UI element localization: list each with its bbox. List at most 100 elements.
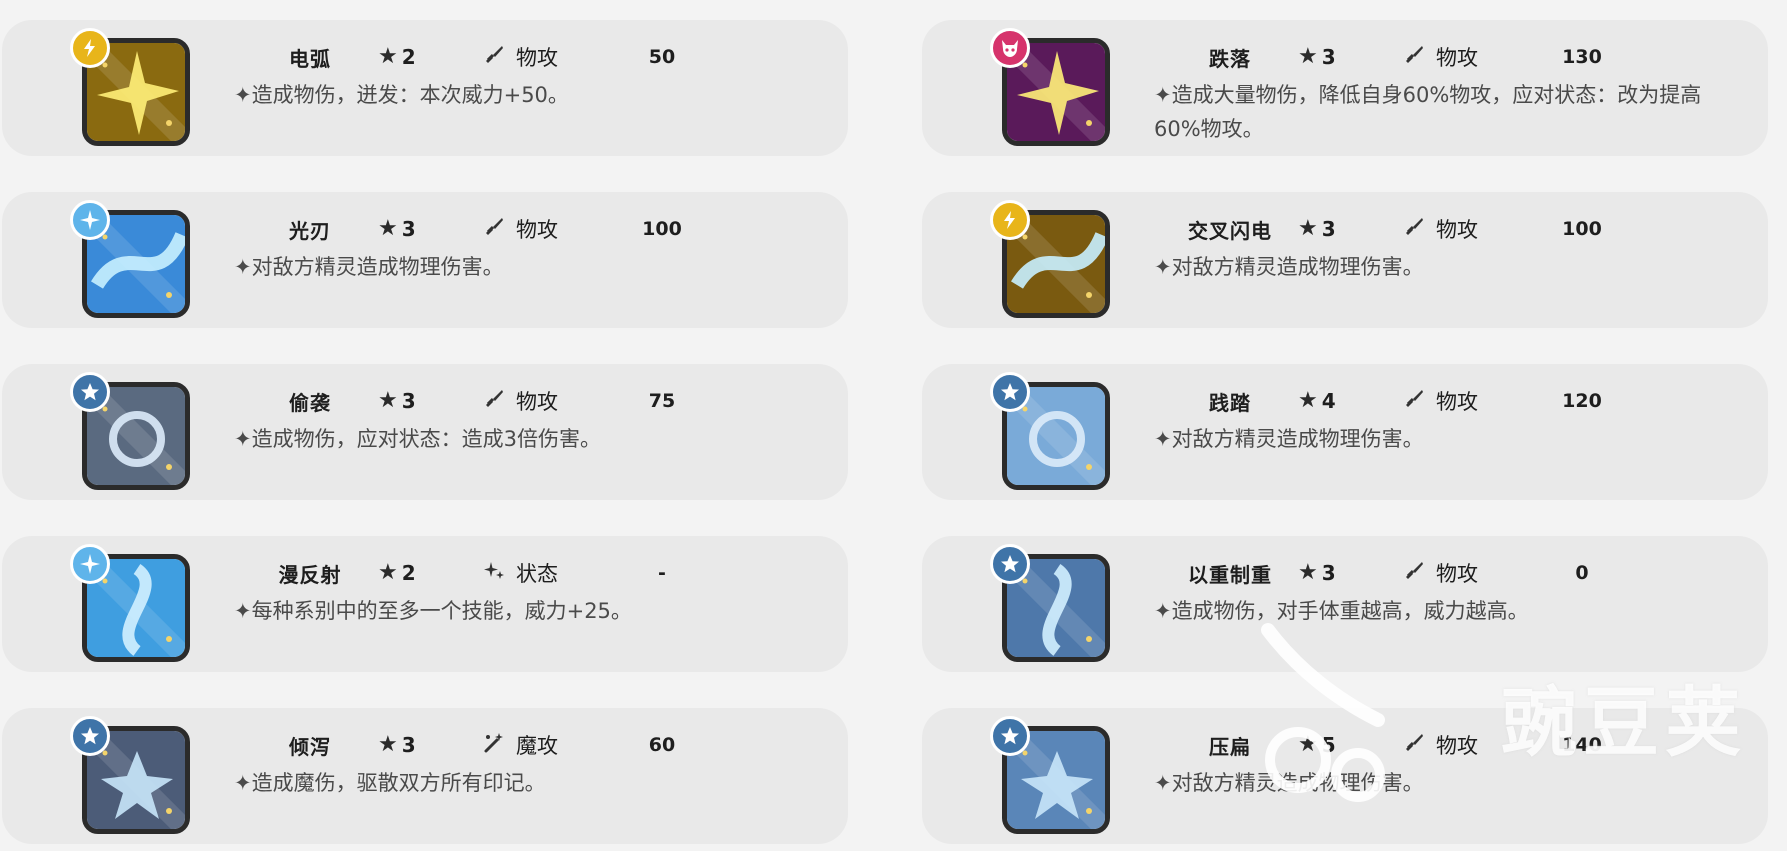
skill-power: 120 [1562,390,1602,412]
skill-description: ✦造成物伤，应对状态：造成3倍伤害。 [234,427,601,451]
sword-icon [1402,559,1426,588]
skill-category: 状态 [482,558,622,588]
skill-description: ✦对敌方精灵造成物理伤害。 [234,255,504,279]
skill-name: 倾泻 [289,734,331,759]
sword-icon [1402,43,1426,72]
category-label: 魔攻 [516,734,558,758]
skill-power: 130 [1562,46,1602,68]
skill-card[interactable]: 光刃 ★ 3 物攻 100 ✦对敌方精灵造成物理伤害。 [2,192,848,328]
sword-icon [482,215,506,244]
skill-power: 100 [1562,218,1602,240]
skill-power: - [658,562,666,584]
skill-description: ✦对敌方精灵造成物理伤害。 [1154,427,1424,451]
skill-cost: ★ 4 [1286,389,1402,413]
lightning-icon [70,28,110,68]
light-star-icon [70,544,110,584]
skill-stats-row: 光刃 ★ 3 物攻 100 [254,214,702,244]
light-star-icon [70,200,110,240]
skill-category: 物攻 [482,214,622,244]
category-label: 物攻 [1436,734,1478,758]
star-icon: ★ [378,560,398,585]
star-icon: ★ [1298,44,1318,69]
category-label: 物攻 [1436,46,1478,70]
star-icon: ★ [378,216,398,241]
skill-cost: ★ 3 [1286,217,1402,241]
skill-card[interactable]: 跌落 ★ 3 物攻 130 ✦造成大量物伤，降低自身60%物攻，应对状态：改为提高60%物… [922,20,1768,156]
skill-cost: ★ 2 [366,45,482,69]
skill-category: 物攻 [1402,386,1542,416]
skill-cost: ★ 3 [366,733,482,757]
skill-description: ✦造成物伤，迸发：本次威力+50。 [234,83,569,107]
skill-stats-row: 电弧 ★ 2 物攻 50 [254,42,702,72]
category-label: 物攻 [516,218,558,242]
sword-icon [1402,387,1426,416]
skill-name: 偷袭 [289,390,331,415]
normal-star-icon [990,372,1030,412]
skill-stats-row: 以重制重 ★ 3 物攻 0 [1174,558,1622,588]
category-label: 物攻 [516,46,558,70]
demon-icon [990,28,1030,68]
lightning-icon [990,200,1030,240]
category-label: 状态 [516,562,558,586]
sparkle-icon [482,559,506,588]
skill-category: 物攻 [1402,42,1542,72]
skill-category: 物攻 [482,386,622,416]
skill-card[interactable]: 交叉闪电 ★ 3 物攻 100 ✦对敌方精灵造成物理伤害。 [922,192,1768,328]
sword-icon [482,387,506,416]
skill-stats-row: 践踏 ★ 4 物攻 120 [1174,386,1622,416]
skill-name: 漫反射 [278,562,342,587]
cost-value: 3 [401,733,416,757]
skill-name: 以重制重 [1188,562,1272,587]
skill-name: 交叉闪电 [1188,218,1272,243]
sword-icon [1402,215,1426,244]
skill-name: 践踏 [1209,390,1251,415]
magic-wand-icon [482,731,506,760]
star-icon: ★ [378,44,398,69]
skill-stats-row: 偷袭 ★ 3 物攻 75 [254,386,702,416]
skill-stats-row: 跌落 ★ 3 物攻 130 [1174,42,1622,72]
watermark-logo-icon [1228,610,1428,810]
star-icon: ★ [378,732,398,757]
skill-power: 75 [648,390,676,412]
skill-cost: ★ 3 [366,217,482,241]
star-icon: ★ [1298,388,1318,413]
normal-star-icon [70,716,110,756]
cost-value: 3 [401,217,416,241]
skill-cost: ★ 3 [1286,561,1402,585]
skill-card[interactable]: 电弧 ★ 2 物攻 50 ✦造成物伤，迸发：本次威力+50。 [2,20,848,156]
skill-cost: ★ 2 [366,561,482,585]
watermark-text: 豌豆荚 [1501,678,1747,767]
category-label: 物攻 [516,390,558,414]
skill-stats-row: 交叉闪电 ★ 3 物攻 100 [1174,214,1622,244]
skill-card[interactable]: 漫反射 ★ 2 状态 - ✦每种系别中的至多一个技能，威力+25。 [2,536,848,672]
skill-description: ✦对敌方精灵造成物理伤害。 [1154,255,1424,279]
skill-name: 电弧 [289,46,331,71]
skill-power: 60 [648,734,676,756]
skill-name: 光刃 [289,218,331,243]
skill-card[interactable]: 践踏 ★ 4 物攻 120 ✦对敌方精灵造成物理伤害。 [922,364,1768,500]
cost-value: 2 [401,561,416,585]
cost-value: 3 [1321,561,1336,585]
cost-value: 3 [1321,217,1336,241]
skill-card[interactable]: 倾泻 ★ 3 魔攻 60 ✦造成魔伤，驱散双方所有印记。 [2,708,848,844]
skill-category: 物攻 [1402,558,1542,588]
skill-category: 物攻 [482,42,622,72]
cost-value: 3 [1321,45,1336,69]
skill-power: 50 [648,46,676,68]
skill-description: ✦每种系别中的至多一个技能，威力+25。 [234,599,632,623]
skill-card[interactable]: 偷袭 ★ 3 物攻 75 ✦造成物伤，应对状态：造成3倍伤害。 [2,364,848,500]
skill-stats-row: 漫反射 ★ 2 状态 - [254,558,702,588]
category-label: 物攻 [1436,390,1478,414]
skill-power: 100 [642,218,682,240]
skill-category: 物攻 [1402,214,1542,244]
cost-value: 2 [401,45,416,69]
star-icon: ★ [1298,560,1318,585]
star-icon: ★ [378,388,398,413]
skill-power: 0 [1575,562,1589,584]
skill-description: ✦造成魔伤，驱散双方所有印记。 [234,771,546,795]
category-label: 物攻 [1436,562,1478,586]
sword-icon [482,43,506,72]
category-label: 物攻 [1436,218,1478,242]
skill-name: 跌落 [1209,46,1251,71]
skill-cost: ★ 3 [1286,45,1402,69]
